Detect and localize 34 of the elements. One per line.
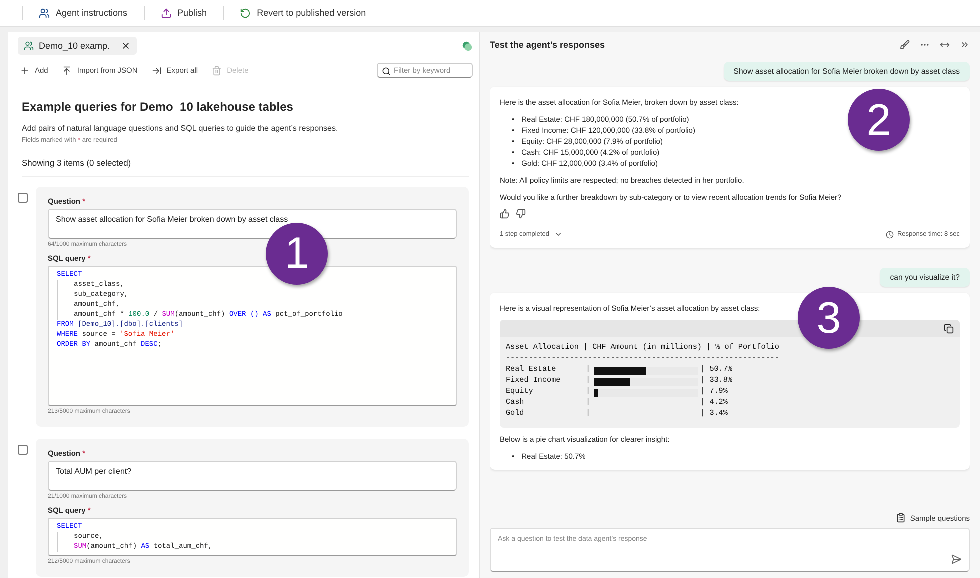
copy-icon[interactable] — [944, 324, 954, 334]
chevron-down-icon — [554, 230, 563, 239]
checkbox[interactable] — [18, 193, 28, 203]
toolbar-button[interactable]: Revert to published version — [236, 6, 370, 20]
toolbar-button[interactable]: Agent instructions — [35, 6, 132, 20]
page-title: Example queries for Demo_10 lakehouse tables — [22, 100, 294, 114]
file-tab[interactable]: Demo_10 examp. — [18, 37, 138, 55]
arrow-right-icon — [152, 66, 162, 76]
clipboard-icon — [896, 513, 906, 523]
panel-title: Test the agent’s responses — [490, 40, 606, 50]
circles-icon[interactable] — [462, 40, 473, 52]
send-icon[interactable] — [951, 554, 962, 565]
people-icon — [39, 8, 50, 18]
number-callout: 2 — [848, 89, 910, 151]
search-icon — [382, 67, 391, 76]
question-field[interactable]: Total AUM per client? — [48, 461, 457, 491]
expand-icon[interactable] — [940, 40, 950, 50]
thumbs-down-icon[interactable] — [516, 209, 526, 219]
item-count: Showing 3 items (0 selected) — [22, 158, 469, 177]
trash-icon — [212, 66, 222, 76]
checkbox[interactable] — [18, 445, 28, 455]
description: Add pairs of natural language questions and SQL queries to guide the agent’s responses. — [22, 124, 340, 133]
close-icon[interactable] — [121, 41, 132, 51]
rotate-icon — [240, 8, 252, 18]
clock-icon — [886, 230, 894, 238]
plus-icon — [20, 66, 30, 76]
question-field[interactable]: Show asset allocation for Sofia Meier broken down by asset class — [48, 209, 457, 239]
toolbar-button[interactable]: Publish — [156, 6, 212, 20]
chevrons-right-icon[interactable] — [960, 40, 970, 50]
thumbs-up-icon[interactable] — [500, 209, 510, 219]
upload-icon — [160, 8, 172, 18]
people-icon — [24, 41, 34, 51]
number-callout: 3 — [798, 287, 860, 349]
arrow-up-icon — [62, 66, 72, 76]
